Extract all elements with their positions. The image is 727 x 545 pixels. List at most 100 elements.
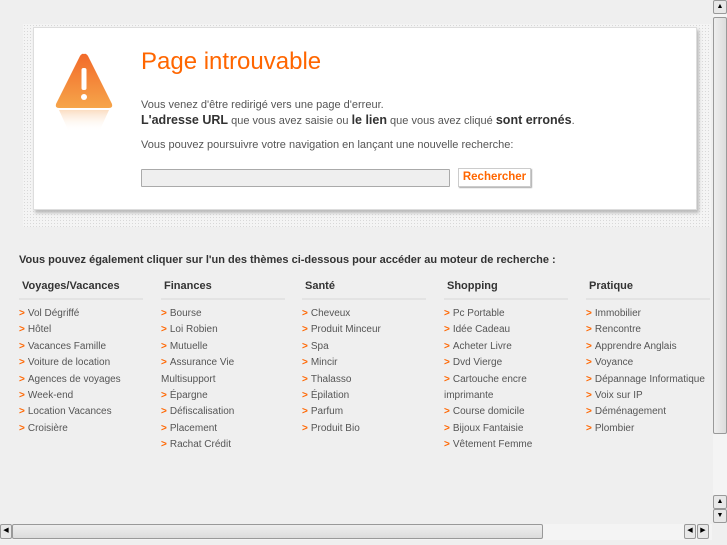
scroll-up-button-bottom[interactable]: ▲ — [713, 495, 727, 509]
theme-link[interactable]: > Vol Dégriffé — [19, 306, 143, 322]
theme-link[interactable]: > Agences de voyages — [19, 372, 143, 388]
theme-link-label[interactable]: Idée Cadeau — [453, 324, 510, 335]
theme-link[interactable]: > Immobilier — [586, 306, 710, 322]
theme-link[interactable]: > Loi Robien — [161, 322, 285, 338]
theme-link-label[interactable]: Bourse — [170, 308, 202, 319]
bold-url: L'adresse URL — [141, 113, 229, 127]
theme-link[interactable]: > Week-end — [19, 388, 143, 404]
theme-link-label[interactable]: Location Vacances — [28, 406, 112, 417]
theme-link-label[interactable]: Placement — [170, 423, 217, 434]
theme-link[interactable]: > Pc Portable — [444, 306, 568, 322]
theme-link[interactable]: > Hôtel — [19, 322, 143, 338]
theme-link-label[interactable]: Pc Portable — [453, 308, 505, 319]
vertical-scroll-thumb[interactable] — [713, 17, 727, 434]
theme-link-label[interactable]: Immobilier — [595, 308, 641, 319]
theme-link[interactable]: > Voyance — [586, 355, 710, 371]
theme-link[interactable]: > Assurance Vie Multisupport — [161, 355, 285, 388]
scroll-down-button[interactable]: ▼ — [713, 509, 727, 523]
theme-link-label[interactable]: Apprendre Anglais — [595, 341, 677, 352]
theme-link[interactable]: > Spa — [302, 339, 426, 355]
theme-link[interactable]: > Cheveux — [302, 306, 426, 322]
search-input[interactable] — [141, 169, 450, 187]
theme-link-label[interactable]: Thalasso — [311, 374, 352, 385]
theme-link[interactable]: > Dvd Vierge — [444, 355, 568, 371]
scroll-right-button[interactable]: ▶ — [697, 524, 709, 539]
theme-link-label[interactable]: Parfum — [311, 406, 343, 417]
theme-link[interactable]: > Dépannage Informatique — [586, 372, 710, 388]
theme-link[interactable]: > Course domicile — [444, 404, 568, 420]
theme-link-label[interactable]: Vol Dégriffé — [28, 308, 80, 319]
theme-link-label[interactable]: Loi Robien — [170, 324, 218, 335]
theme-link[interactable]: > Thalasso — [302, 372, 426, 388]
theme-link[interactable]: > Bijoux Fantaisie — [444, 421, 568, 437]
theme-link[interactable]: > Vacances Famille — [19, 339, 143, 355]
theme-link[interactable]: > Vêtement Femme — [444, 437, 568, 453]
theme-link[interactable]: > Rencontre — [586, 322, 710, 338]
theme-link-label[interactable]: Course domicile — [453, 406, 525, 417]
theme-link-label[interactable]: Bijoux Fantaisie — [453, 423, 524, 434]
theme-link-label[interactable]: Vacances Famille — [28, 341, 106, 352]
theme-link[interactable]: > Déménagement — [586, 404, 710, 420]
theme-link-label[interactable]: Dépannage Informatique — [595, 374, 705, 385]
theme-link-label[interactable]: Hôtel — [28, 324, 51, 335]
theme-link[interactable]: > Bourse — [161, 306, 285, 322]
theme-link[interactable]: > Apprendre Anglais — [586, 339, 710, 355]
theme-column-title: Voyages/Vacances — [19, 280, 143, 300]
theme-link-label[interactable]: Vêtement Femme — [453, 439, 532, 450]
theme-link[interactable]: > Acheter Livre — [444, 339, 568, 355]
theme-link-label[interactable]: Produit Bio — [311, 423, 360, 434]
theme-link-label[interactable]: Mutuelle — [170, 341, 208, 352]
arrow-icon: > — [444, 340, 450, 352]
theme-link[interactable]: > Location Vacances — [19, 404, 143, 420]
theme-link[interactable]: > Croisière — [19, 421, 143, 437]
theme-link[interactable]: > Mutuelle — [161, 339, 285, 355]
theme-link[interactable]: > Voiture de location — [19, 355, 143, 371]
theme-link-label[interactable]: Acheter Livre — [453, 341, 512, 352]
theme-link[interactable]: > Rachat Crédit — [161, 437, 285, 453]
theme-link-label[interactable]: Rachat Crédit — [170, 439, 231, 450]
theme-link-label[interactable]: Dvd Vierge — [453, 357, 502, 368]
theme-link[interactable]: > Épargne — [161, 388, 285, 404]
theme-column: Pratique > Immobilier > Rencontre > Apprendre … — [586, 280, 710, 437]
theme-link-label[interactable]: Cartouche encre imprimante — [444, 374, 527, 401]
scroll-left-button-right[interactable]: ◀ — [684, 524, 696, 539]
theme-link-label[interactable]: Épilation — [311, 390, 349, 401]
error-line-2: L'adresse URL que vous avez saisie ou le… — [141, 113, 575, 129]
theme-list: > Vol Dégriffé > Hôtel > Vacances Famille > Voi… — [19, 306, 143, 437]
theme-link[interactable]: > Mincir — [302, 355, 426, 371]
theme-link[interactable]: > Produit Minceur — [302, 322, 426, 338]
theme-link[interactable]: > Plombier — [586, 421, 710, 437]
theme-link-label[interactable]: Spa — [311, 341, 329, 352]
theme-link[interactable]: > Placement — [161, 421, 285, 437]
scroll-up-button[interactable]: ▲ — [713, 0, 727, 14]
search-button[interactable]: Rechercher — [458, 168, 531, 187]
theme-link-label[interactable]: Cheveux — [311, 308, 350, 319]
theme-link-label[interactable]: Rencontre — [595, 324, 641, 335]
theme-link-label[interactable]: Épargne — [170, 390, 208, 401]
theme-link-label[interactable]: Déménagement — [595, 406, 666, 417]
theme-link-label[interactable]: Assurance Vie Multisupport — [161, 357, 234, 384]
theme-link[interactable]: > Défiscalisation — [161, 404, 285, 420]
horizontal-scroll-thumb[interactable] — [12, 524, 543, 539]
scroll-left-button[interactable]: ◀ — [0, 524, 12, 539]
theme-link-label[interactable]: Défiscalisation — [170, 406, 234, 417]
theme-link-label[interactable]: Voix sur IP — [595, 390, 643, 401]
theme-link-label[interactable]: Agences de voyages — [28, 374, 121, 385]
theme-link[interactable]: > Parfum — [302, 404, 426, 420]
theme-link-label[interactable]: Voiture de location — [28, 357, 110, 368]
theme-link[interactable]: > Idée Cadeau — [444, 322, 568, 338]
theme-link[interactable]: > Voix sur IP — [586, 388, 710, 404]
theme-link-label[interactable]: Week-end — [28, 390, 73, 401]
theme-column: Voyages/Vacances > Vol Dégriffé > Hôtel > Vaca… — [19, 280, 143, 437]
theme-link[interactable]: > Produit Bio — [302, 421, 426, 437]
theme-link-label[interactable]: Mincir — [311, 357, 338, 368]
arrow-icon: > — [586, 390, 592, 402]
theme-link-label[interactable]: Produit Minceur — [311, 324, 381, 335]
theme-link-label[interactable]: Plombier — [595, 423, 634, 434]
theme-column-title: Santé — [302, 280, 426, 300]
theme-column-title: Finances — [161, 280, 285, 300]
theme-link[interactable]: > Épilation — [302, 388, 426, 404]
theme-link-label[interactable]: Voyance — [595, 357, 633, 368]
theme-link[interactable]: > Cartouche encre imprimante — [444, 372, 568, 405]
theme-link-label[interactable]: Croisière — [28, 423, 68, 434]
